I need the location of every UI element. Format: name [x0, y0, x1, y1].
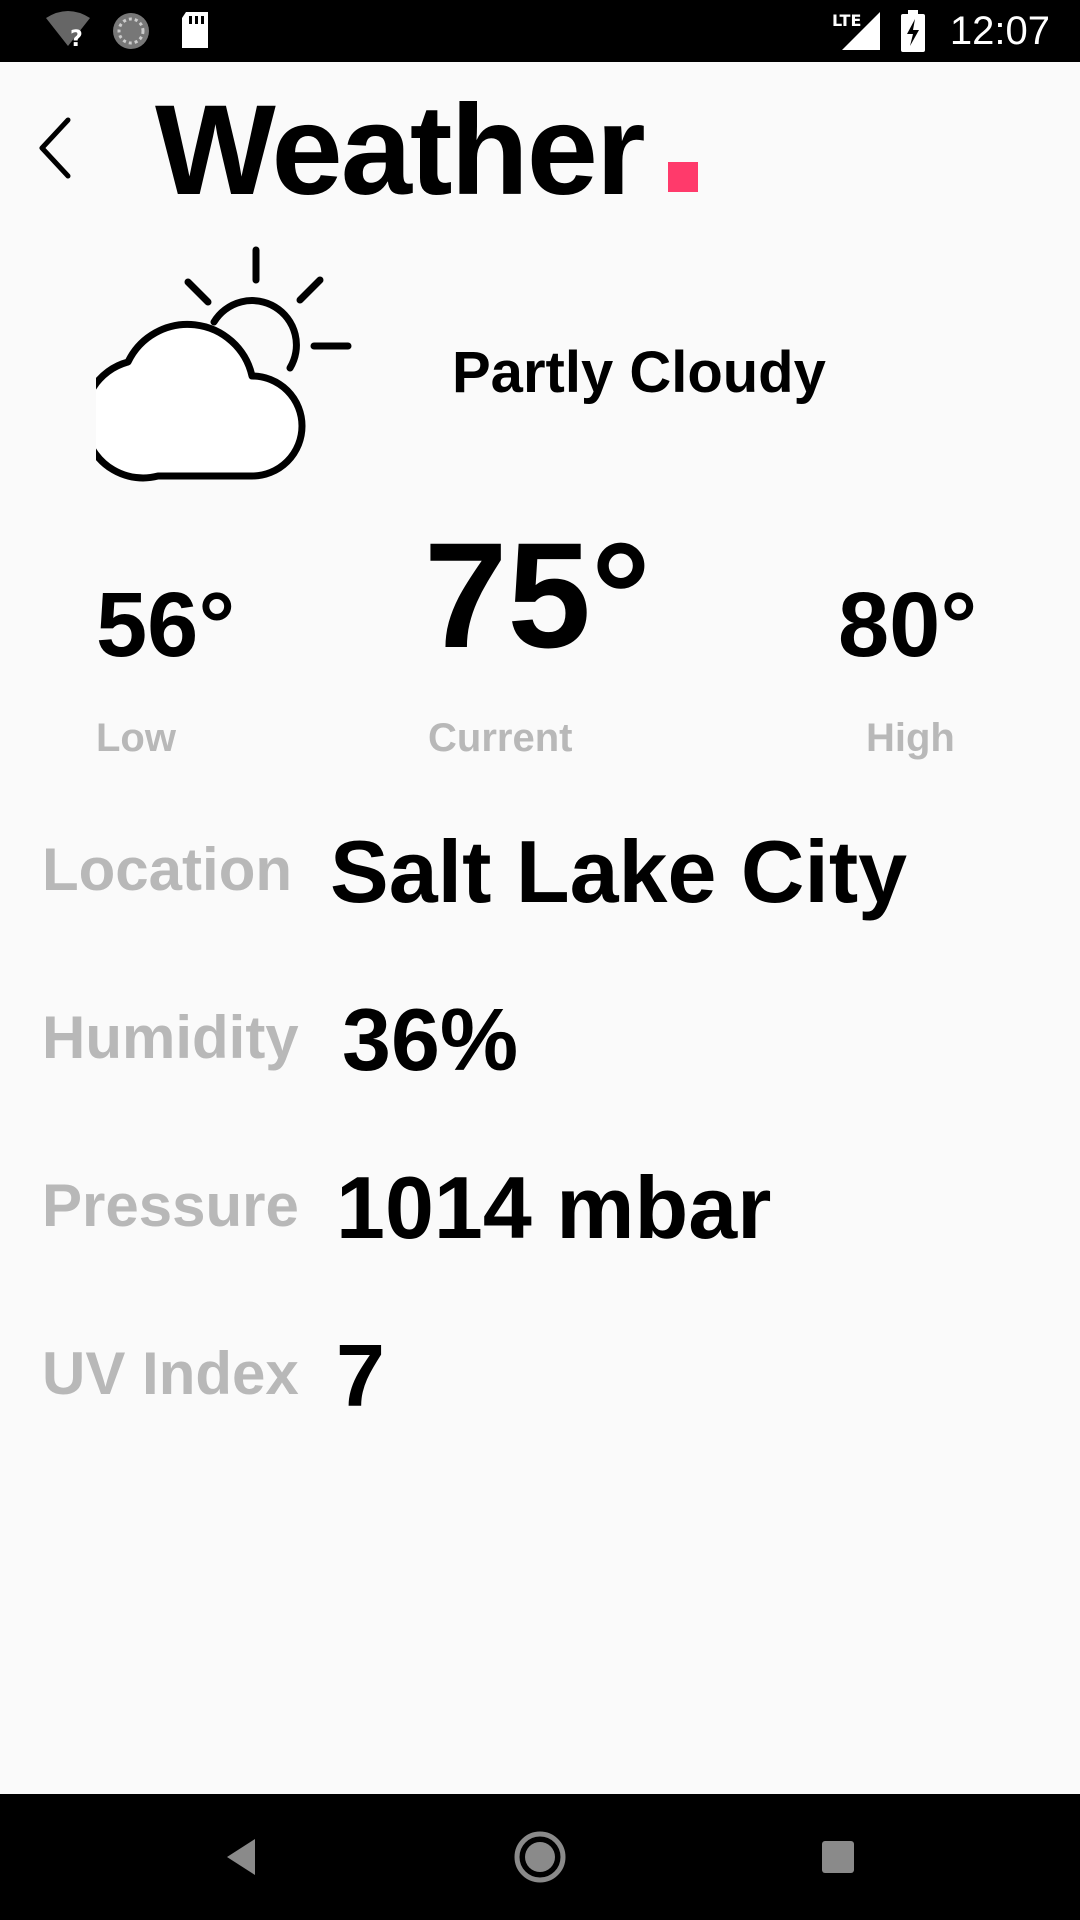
current-temp-value: 75° — [424, 511, 651, 679]
nav-recents-button[interactable] — [803, 1822, 873, 1892]
app-bar: Weather — [0, 62, 1080, 242]
page-title: Weather — [155, 79, 646, 222]
pressure-label: Pressure — [42, 1172, 299, 1239]
wifi-unknown-icon: ? — [44, 10, 92, 55]
humidity-label: Humidity — [42, 1004, 299, 1071]
accent-indicator — [668, 162, 698, 192]
high-temp-value: 80° — [838, 574, 978, 676]
humidity-value: 36% — [342, 990, 519, 1089]
uv-index-value: 7 — [336, 1326, 385, 1425]
condition-text: Partly Cloudy — [452, 340, 826, 405]
recents-icon — [822, 1841, 854, 1873]
chevron-left-icon — [39, 117, 71, 179]
partly-cloudy-icon — [80, 244, 366, 484]
svg-text:?: ? — [70, 27, 83, 50]
high-temp-label: High — [866, 716, 955, 760]
back-icon — [227, 1839, 255, 1875]
current-temp-label: Current — [428, 716, 573, 760]
sd-card-icon — [178, 10, 212, 55]
low-temp-label: Low — [96, 716, 176, 760]
uv-index-label: UV Index — [42, 1340, 299, 1407]
status-time: 12:07 — [949, 9, 1050, 53]
location-label: Location — [42, 836, 292, 903]
pressure-value: 1014 mbar — [336, 1158, 772, 1257]
nav-home-button[interactable] — [505, 1822, 575, 1892]
location-value: Salt Lake City — [330, 822, 908, 921]
system-nav-bar — [0, 1794, 1080, 1920]
sync-icon — [110, 10, 152, 57]
svg-text:LTE: LTE — [832, 11, 861, 30]
cell-signal-icon: LTE — [830, 8, 882, 57]
status-bar: ? LTE 12:07 — [0, 0, 1080, 62]
home-icon — [514, 1831, 566, 1883]
back-button[interactable] — [20, 112, 92, 184]
low-temp-value: 56° — [96, 574, 236, 676]
nav-back-button[interactable] — [206, 1822, 276, 1892]
battery-charging-icon — [900, 10, 926, 57]
